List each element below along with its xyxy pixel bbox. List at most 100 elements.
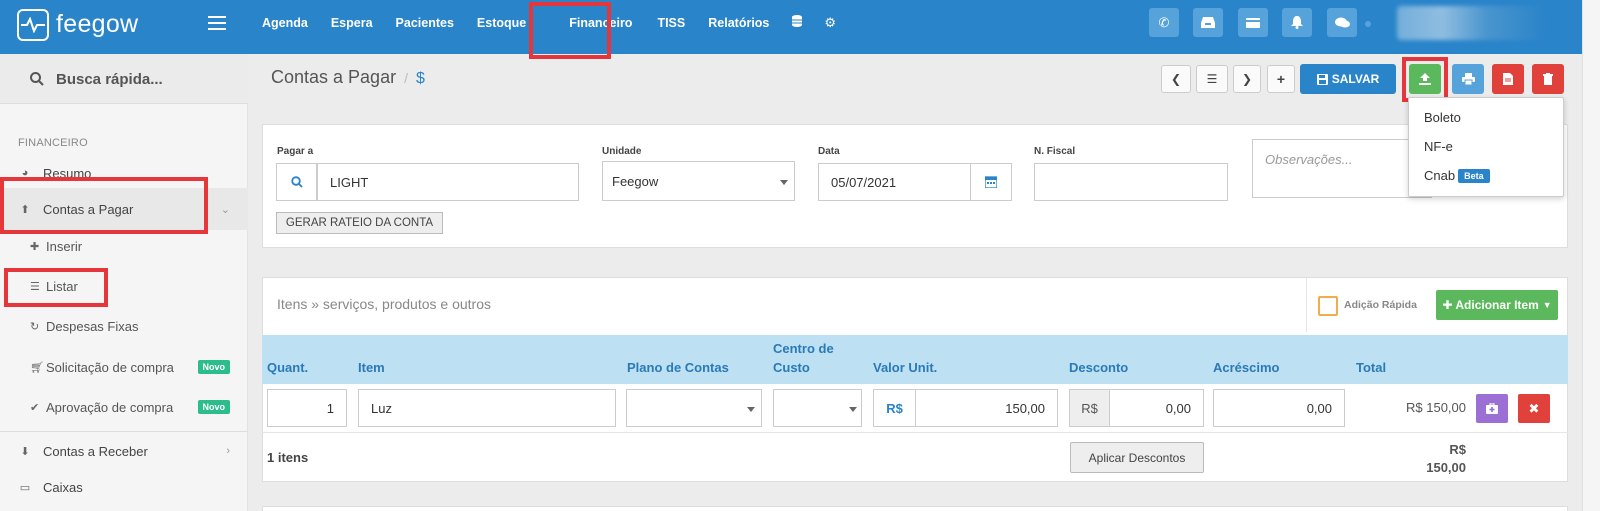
highlight-box-listar <box>4 268 108 307</box>
trash-icon <box>1543 73 1553 85</box>
new-badge: Novo <box>197 400 230 414</box>
row-acrescimo-input[interactable]: 0,00 <box>1213 389 1345 427</box>
sidebar-subitem-solicitacao[interactable]: 🛒︎ Solicitação de compra Novo <box>0 349 248 385</box>
highlight-box-export <box>1402 57 1448 102</box>
phone-icon[interactable]: ✆ <box>1149 8 1179 37</box>
row-valor-input[interactable]: 150,00 <box>915 389 1058 427</box>
gear-icon[interactable]: ⚙ <box>824 15 836 31</box>
n-fiscal-label: N. Fiscal <box>1034 146 1076 157</box>
gerar-rateio-button[interactable]: GERAR RATEIO DA CONTA <box>276 212 443 234</box>
search-icon <box>290 176 303 188</box>
chevron-down-icon <box>780 180 788 185</box>
export-dropdown-menu: Boleto NF-e Cnab Beta <box>1408 97 1564 197</box>
col-quant: Quant. <box>267 360 309 375</box>
plus-icon: ✚ <box>30 240 40 253</box>
list-view-button[interactable]: ☰ <box>1196 65 1228 93</box>
items-panel-title: Itens » serviços, produtos e outros <box>277 296 491 312</box>
hamburger-menu-icon[interactable] <box>208 16 226 30</box>
search-icon <box>30 72 44 86</box>
col-total: Total <box>1356 360 1387 375</box>
unidade-label: Unidade <box>602 146 642 157</box>
n-fiscal-input[interactable] <box>1034 163 1228 201</box>
page-scrollbar[interactable] <box>1582 0 1600 511</box>
row-quant-input[interactable]: 1 <box>267 389 347 427</box>
sidebar-subitem-despesas-fixas[interactable]: ↻ Despesas Fixas <box>0 308 248 344</box>
chevron-down-icon <box>747 407 755 412</box>
chevron-right-icon: › <box>226 445 230 457</box>
nav-estoque[interactable]: Estoque <box>477 16 526 30</box>
pdf-button[interactable] <box>1492 64 1524 94</box>
pagar-a-input[interactable]: LIGHT <box>317 163 579 201</box>
prev-button[interactable]: ❮ <box>1161 65 1191 93</box>
data-input[interactable]: 05/07/2021 <box>818 163 971 201</box>
cart-icon: 🛒︎ <box>30 361 44 374</box>
col-item: Item <box>358 360 385 375</box>
row-desconto-input[interactable]: 0,00 <box>1109 389 1204 427</box>
sidebar-section-title: FINANCEIRO <box>18 137 88 149</box>
user-profile-blurred[interactable] <box>1397 6 1547 40</box>
plus-icon: ✚ <box>1442 298 1453 312</box>
beta-badge: Beta <box>1458 169 1490 183</box>
quick-add-checkbox[interactable] <box>1318 296 1338 316</box>
nav-pacientes[interactable]: Pacientes <box>396 16 454 30</box>
col-centro-custo-line1: Centro de <box>773 341 834 356</box>
quick-search[interactable]: Busca rápida... <box>0 54 248 104</box>
bell-icon[interactable] <box>1282 8 1312 37</box>
dropdown-item-boleto[interactable]: Boleto <box>1424 110 1461 125</box>
chevron-down-icon <box>849 407 857 412</box>
card-icon[interactable] <box>1238 8 1268 37</box>
col-acrescimo: Acréscimo <box>1213 360 1280 375</box>
row-valor-currency: R$ <box>873 389 916 427</box>
dropdown-item-cnab[interactable]: Cnab Beta <box>1424 168 1490 183</box>
nav-tiss[interactable]: TISS <box>657 16 685 30</box>
highlight-box-contas-pagar <box>0 177 208 234</box>
add-item-button[interactable]: ✚ Adicionar Item ▼ <box>1436 290 1558 320</box>
check-icon: ✔ <box>30 401 40 414</box>
items-count: 1 itens <box>267 450 309 465</box>
footer-total: R$ 150,00 <box>1366 441 1466 477</box>
breadcrumb-separator: / <box>404 70 408 86</box>
page-title: Contas a Pagar / $ <box>271 67 425 88</box>
nav-espera[interactable]: Espera <box>331 16 373 30</box>
status-dot <box>1365 21 1371 27</box>
col-valor-unit: Valor Unit. <box>873 360 938 375</box>
next-button[interactable]: ❯ <box>1233 65 1261 93</box>
top-bar: feegow Agenda Espera Pacientes Estoque F… <box>0 0 1600 59</box>
next-panel-edge <box>262 506 1568 511</box>
row-plano-select[interactable] <box>626 389 762 427</box>
nav-relatorios[interactable]: Relatórios <box>708 16 769 30</box>
print-button[interactable] <box>1452 64 1484 94</box>
delete-button[interactable] <box>1532 64 1564 94</box>
medkit-icon <box>1486 403 1498 414</box>
save-button[interactable]: SALVAR <box>1300 64 1396 94</box>
floppy-icon <box>1316 73 1328 85</box>
sidebar-item-caixas[interactable]: ▭ Caixas <box>0 469 248 505</box>
row-remove-button[interactable]: ✖ <box>1518 394 1550 423</box>
col-desconto: Desconto <box>1069 360 1129 375</box>
add-button[interactable]: + <box>1267 65 1295 93</box>
inbox-icon[interactable] <box>1193 8 1223 37</box>
arrow-down-circle-icon: ⬇ <box>20 445 30 458</box>
unidade-select[interactable]: Feegow <box>602 161 795 201</box>
aplicar-descontos-button[interactable]: Aplicar Descontos <box>1070 442 1204 473</box>
observacoes-textarea[interactable]: Observações... <box>1252 139 1432 198</box>
row-item-input[interactable]: Luz <box>358 389 616 427</box>
col-plano-contas: Plano de Contas <box>627 360 729 375</box>
dollar-icon: $ <box>415 70 425 87</box>
dropdown-item-nfe[interactable]: NF-e <box>1424 139 1453 154</box>
brand-logo[interactable]: feegow <box>56 10 138 39</box>
pagar-a-label: Pagar a <box>277 146 314 157</box>
database-icon[interactable] <box>792 15 803 30</box>
items-header-divider <box>1306 278 1307 332</box>
nav-agenda[interactable]: Agenda <box>262 16 308 30</box>
chat-icon[interactable] <box>1327 8 1357 37</box>
row-desconto-currency: R$ <box>1069 389 1110 427</box>
sidebar-subitem-aprovacao[interactable]: ✔ Aprovação de compra Novo <box>0 389 248 425</box>
sidebar-subitem-inserir[interactable]: ✚ Inserir <box>0 228 248 264</box>
search-supplier-button[interactable] <box>276 163 317 201</box>
calendar-icon[interactable] <box>970 163 1012 201</box>
heartbeat-logo-icon <box>17 9 49 41</box>
row-total: R$ 150,00 <box>1406 400 1466 415</box>
sidebar-item-contas-receber[interactable]: ⬇ Contas a Receber › <box>0 433 248 469</box>
row-medical-kit-button[interactable] <box>1476 394 1508 423</box>
